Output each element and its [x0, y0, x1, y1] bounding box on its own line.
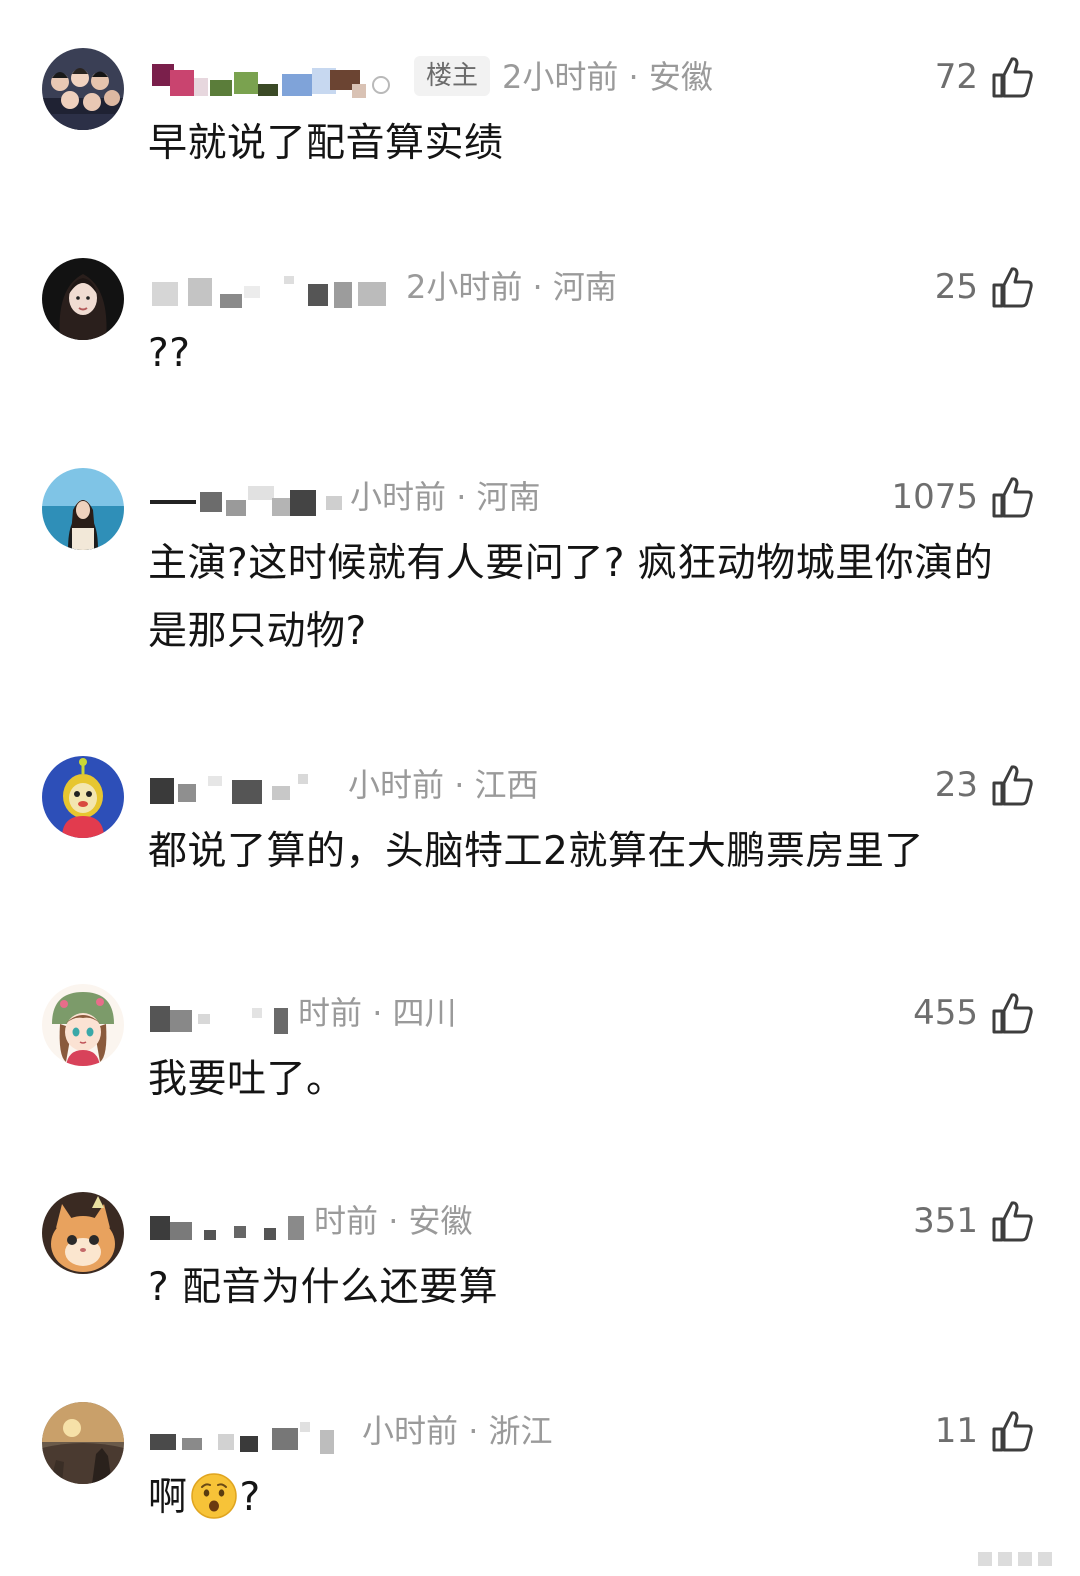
- watermark-block: [1038, 1552, 1052, 1566]
- comment-meta: 小时前 · 江西: [148, 760, 888, 810]
- username-redacted: [148, 1202, 308, 1240]
- avatar[interactable]: [42, 258, 124, 340]
- comment-meta: 小时前 · 河南: [148, 472, 888, 522]
- comment-region: 河南: [476, 478, 541, 516]
- like-count: 455: [913, 993, 978, 1033]
- watermark: [978, 1552, 1066, 1566]
- username-redacted: [148, 268, 393, 308]
- like-button[interactable]: 23: [935, 760, 1034, 810]
- comment-time: 小时前: [350, 478, 447, 516]
- comment-text: 啊 ?: [148, 1464, 1028, 1532]
- like-count: 72: [934, 57, 978, 97]
- comment-time: 时前: [298, 994, 363, 1032]
- comment-region: 安徽: [648, 58, 713, 96]
- username-redacted: [148, 478, 348, 516]
- like-button[interactable]: 455: [913, 988, 1034, 1038]
- avatar[interactable]: [42, 468, 124, 550]
- astonished-face-emoji: [190, 1472, 238, 1520]
- thumbs-up-icon: [990, 1199, 1034, 1243]
- comment-time: 小时前: [362, 1412, 459, 1450]
- like-button[interactable]: 72: [935, 52, 1034, 102]
- avatar[interactable]: [42, 1402, 124, 1484]
- avatar[interactable]: [42, 984, 124, 1066]
- comment-time-region: 小时前 · 江西: [348, 760, 539, 810]
- meta-separator: ·: [522, 268, 553, 306]
- comment-region: 江西: [474, 766, 539, 804]
- comment-region: 河南: [552, 268, 617, 306]
- like-count: 1075: [891, 477, 978, 517]
- meta-separator: ·: [618, 58, 649, 96]
- avatar[interactable]: [42, 48, 124, 130]
- comment-time: 2小时前: [502, 58, 619, 96]
- comment-time: 小时前: [348, 766, 445, 804]
- comment-meta: 小时前 · 浙江: [148, 1406, 888, 1456]
- meta-separator: ·: [444, 766, 475, 804]
- watermark-block: [998, 1552, 1012, 1566]
- like-button[interactable]: 351: [913, 1196, 1034, 1246]
- comment-text: 主演?这时候就有人要问了? 疯狂动物城里你演的是那只动物?: [148, 541, 994, 654]
- comment-text: 早就说了配音算实绩: [148, 121, 504, 166]
- comment-meta: 楼主 2小时前 · 安徽: [148, 52, 888, 102]
- comment-time-region: 小时前 · 浙江: [362, 1406, 553, 1456]
- thumbs-up-icon: [990, 265, 1034, 309]
- like-button[interactable]: 25: [935, 262, 1034, 312]
- username-redacted: [148, 994, 298, 1034]
- meta-separator: ·: [446, 478, 477, 516]
- comment-time: 时前: [314, 1202, 379, 1240]
- comment-time-region: 时前 · 安徽: [314, 1196, 473, 1246]
- meta-separator: ·: [378, 1202, 409, 1240]
- comment-text-end: ?: [239, 1475, 261, 1520]
- thumbs-up-icon: [990, 763, 1034, 807]
- comment-time-region: 2小时前 · 河南: [406, 262, 617, 312]
- watermark-block: [1018, 1552, 1032, 1566]
- like-button[interactable]: 1075: [891, 472, 1034, 522]
- meta-separator: ·: [362, 994, 393, 1032]
- comment-time: 2小时前: [406, 268, 523, 306]
- like-count: 23: [934, 765, 978, 805]
- like-button[interactable]: 11: [935, 1406, 1034, 1456]
- comment-region: 浙江: [488, 1412, 553, 1450]
- comment-region: 四川: [392, 994, 457, 1032]
- comment-time-region: 时前 · 四川: [298, 988, 457, 1038]
- comment-region: 安徽: [408, 1202, 473, 1240]
- comment-meta: 时前 · 四川: [148, 988, 888, 1038]
- username-redacted: [148, 766, 328, 804]
- comment-text: 我要吐了。: [148, 1057, 346, 1102]
- op-badge: 楼主: [414, 56, 491, 96]
- comment-text: 都说了算的，头脑特工2就算在大鹏票房里了: [148, 829, 924, 874]
- comment-meta: 2小时前 · 河南: [148, 262, 888, 312]
- comment-time-region: 小时前 · 河南: [350, 472, 541, 522]
- thumbs-up-icon: [990, 1409, 1034, 1453]
- like-count: 351: [913, 1201, 978, 1241]
- comment-text: ? 配音为什么还要算: [148, 1265, 499, 1310]
- comment-text-start: 啊: [148, 1475, 188, 1520]
- username-redacted: [148, 1412, 348, 1454]
- avatar[interactable]: [42, 1192, 124, 1274]
- thumbs-up-icon: [990, 991, 1034, 1035]
- like-count: 25: [934, 267, 978, 307]
- username-redacted: [148, 58, 398, 98]
- like-count: 11: [934, 1411, 978, 1451]
- watermark-block: [978, 1552, 992, 1566]
- comment-text: ??: [148, 331, 191, 376]
- thumbs-up-icon: [990, 475, 1034, 519]
- avatar[interactable]: [42, 756, 124, 838]
- comment-meta: 时前 · 安徽: [148, 1196, 888, 1246]
- thumbs-up-icon: [990, 55, 1034, 99]
- meta-separator: ·: [458, 1412, 489, 1450]
- comment-time-region: 2小时前 · 安徽: [502, 52, 713, 102]
